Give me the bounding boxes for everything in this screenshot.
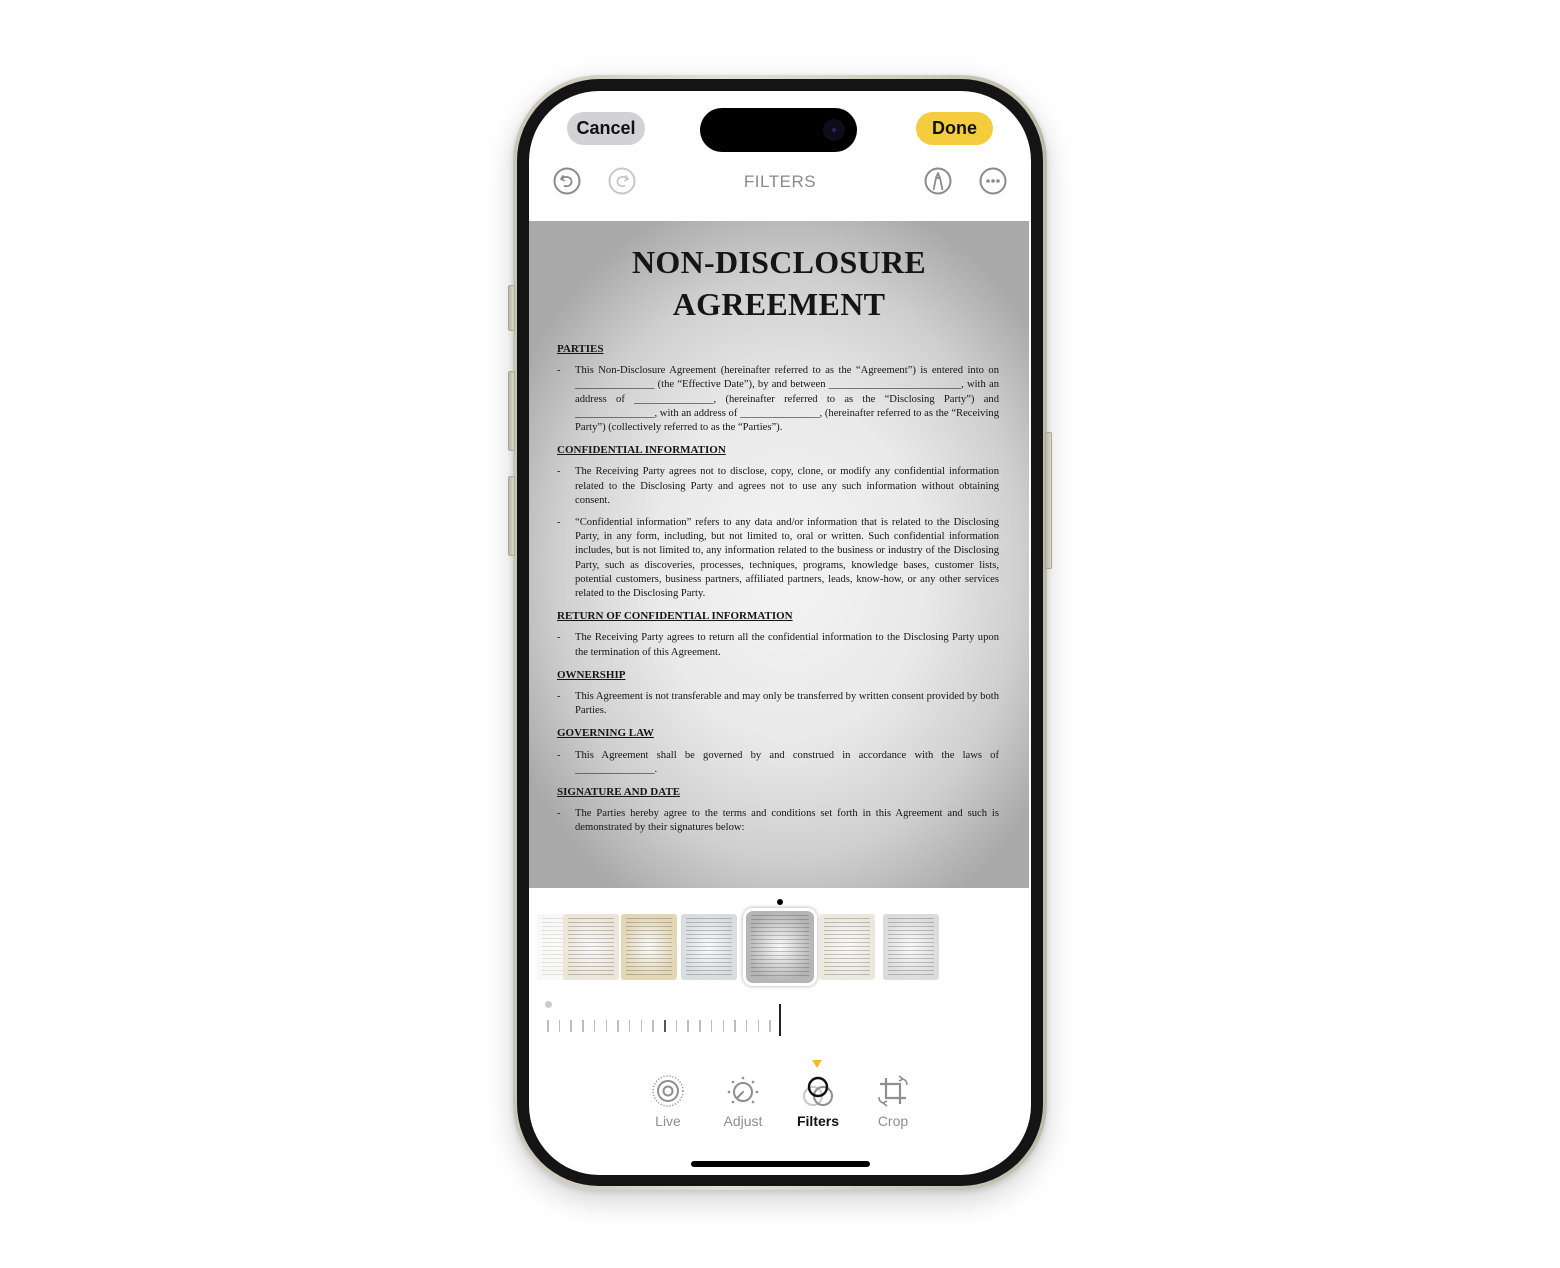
document-title: NON-DISCLOSURE AGREEMENT — [529, 241, 1029, 325]
slider-tick — [652, 1020, 654, 1032]
section-heading: PARTIES — [557, 343, 604, 355]
tab-crop[interactable]: Crop — [863, 1073, 923, 1129]
slider-tick — [582, 1020, 584, 1032]
active-tab-marker — [812, 1060, 822, 1068]
section-paragraph: This Agreement is not transferable and m… — [557, 690, 999, 718]
slider-tick — [734, 1020, 736, 1032]
crop-rotate-icon — [878, 1075, 908, 1107]
section-heading: RETURN OF CONFIDENTIAL INFORMATION — [557, 610, 793, 623]
thumbnail-text-lines — [751, 915, 809, 979]
section-paragraph: This Non-Disclosure Agreement (hereinaft… — [557, 364, 999, 435]
slider-cursor[interactable] — [779, 1004, 781, 1036]
markup-icon[interactable] — [923, 166, 953, 196]
action-button — [508, 285, 515, 331]
document-title-line2: AGREEMENT — [672, 286, 886, 322]
filter-thumbnail-noir[interactable] — [883, 914, 939, 980]
camera-icon — [823, 119, 845, 141]
live-photo-icon — [652, 1075, 684, 1107]
filter-thumbnail-strip[interactable] — [529, 908, 1031, 986]
phone-frame: Cancel Done FILTERS NON-DISCLOSURE AGREE… — [508, 75, 1052, 1190]
slider-tick — [745, 1020, 748, 1032]
slider-tick — [757, 1020, 760, 1032]
filter-thumbnail-silvertone[interactable] — [819, 914, 875, 980]
section-paragraph: This Agreement shall be governed by and … — [557, 749, 999, 777]
slider-tick — [617, 1020, 619, 1032]
tab-label: Live — [655, 1113, 681, 1129]
tab-label: Filters — [796, 1113, 839, 1129]
side-button — [1045, 432, 1052, 569]
thumbnail-text-lines — [626, 918, 672, 976]
slider-tick — [710, 1020, 713, 1032]
filters-icon — [803, 1076, 833, 1106]
toolbar-title: FILTERS — [743, 172, 817, 191]
tab-adjust[interactable]: Adjust — [713, 1073, 773, 1129]
section-paragraph: The Receiving Party agrees to return all… — [557, 631, 999, 659]
document-body: PARTIES This Non-Disclosure Agreement (he… — [557, 335, 999, 844]
slider-tick — [547, 1020, 549, 1032]
section-paragraph: The Parties hereby agree to the terms an… — [557, 807, 999, 835]
slider-tick — [593, 1020, 596, 1032]
section-heading: GOVERNING LAW — [557, 727, 654, 740]
slider-tick — [687, 1020, 689, 1032]
intensity-slider[interactable] — [545, 996, 785, 1036]
original-position-dot — [777, 899, 783, 905]
slider-tick — [640, 1020, 643, 1032]
home-indicator[interactable] — [691, 1161, 870, 1167]
section-paragraph: “Confidential information” refers to any… — [557, 516, 999, 601]
thumbnail-text-lines — [824, 918, 870, 976]
slider-tick — [628, 1020, 631, 1032]
filter-thumbnail-vivid[interactable] — [563, 914, 619, 980]
cancel-button[interactable]: Cancel — [567, 112, 645, 145]
edit-tab-bar: Live Adjust Filters Crop — [529, 1053, 1031, 1133]
volume-down-button — [508, 476, 515, 556]
tab-filters[interactable]: Filters — [788, 1073, 848, 1129]
slider-tick — [675, 1020, 678, 1032]
tab-live[interactable]: Live — [638, 1073, 698, 1129]
tab-label: Adjust — [723, 1113, 763, 1129]
filter-thumbnail-vivid-warm[interactable] — [621, 914, 677, 980]
section-heading: SIGNATURE AND DATE — [557, 786, 681, 799]
document-preview[interactable]: NON-DISCLOSURE AGREEMENT PARTIES This Non… — [529, 221, 1029, 888]
screen: Cancel Done FILTERS NON-DISCLOSURE AGREE… — [529, 91, 1031, 1175]
slider-start-dot — [545, 1001, 552, 1008]
dynamic-island — [700, 108, 857, 152]
slider-tick — [769, 1020, 771, 1032]
thumbnail-text-lines — [568, 918, 614, 976]
edit-toolbar: FILTERS — [529, 164, 1031, 200]
section-heading: OWNERSHIP — [557, 668, 626, 681]
done-button[interactable]: Done — [916, 112, 993, 145]
thumbnail-text-lines — [686, 918, 732, 976]
slider-tick — [605, 1020, 607, 1032]
slider-tick — [722, 1020, 724, 1032]
more-icon[interactable] — [978, 166, 1008, 196]
section-paragraph: The Receiving Party agrees not to disclo… — [557, 465, 999, 508]
slider-tick — [558, 1020, 561, 1032]
thumbnail-text-lines — [888, 918, 934, 976]
filter-thumbnail-mono[interactable] — [743, 908, 817, 986]
section-heading: CONFIDENTIAL INFORMATION — [557, 444, 726, 457]
volume-up-button — [508, 371, 515, 451]
slider-tick — [664, 1020, 666, 1032]
filter-thumbnail-vivid-cool[interactable] — [681, 914, 737, 980]
tab-label: Crop — [877, 1113, 909, 1129]
slider-tick — [570, 1020, 572, 1032]
slider-tick — [699, 1020, 701, 1032]
document-title-line1: NON-DISCLOSURE — [631, 244, 927, 280]
adjust-dial-icon — [727, 1076, 759, 1104]
